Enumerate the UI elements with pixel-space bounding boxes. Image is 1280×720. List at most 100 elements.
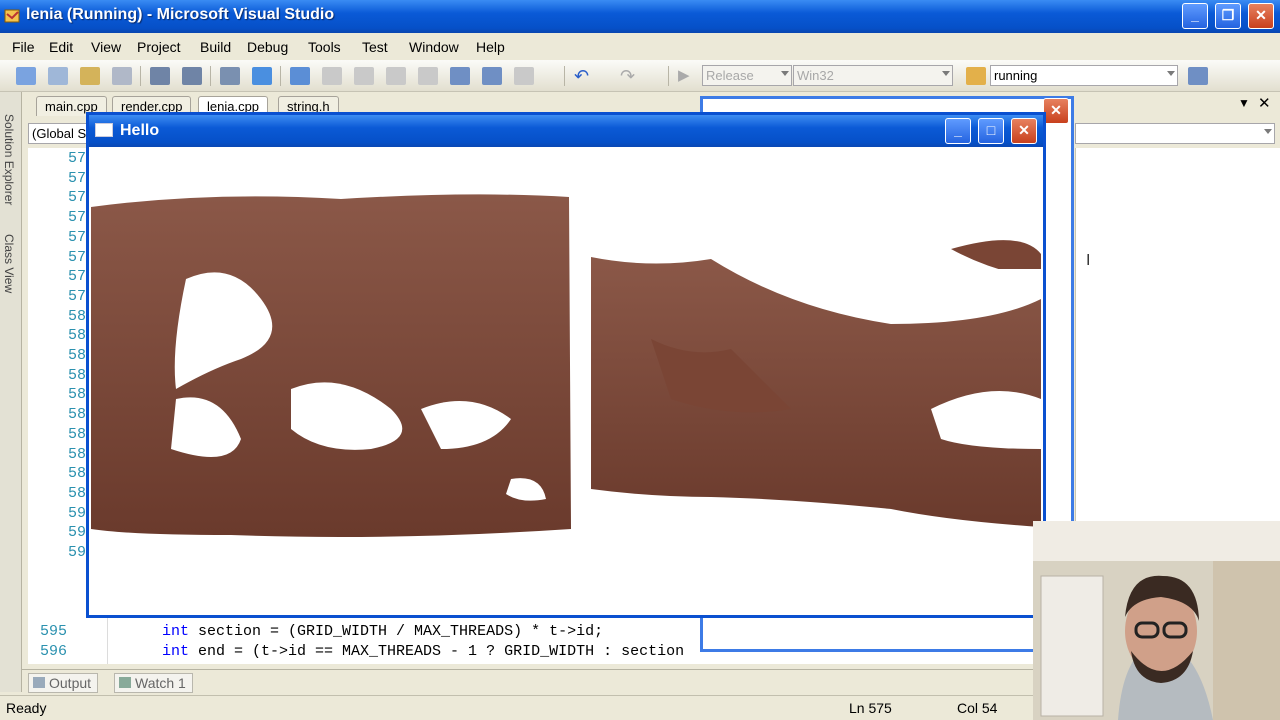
class-view-tab[interactable]: Class View bbox=[2, 234, 16, 293]
code-line-595: int section = (GRID_WIDTH / MAX_THREADS)… bbox=[162, 623, 603, 640]
tab-watch-label: Watch 1 bbox=[135, 675, 186, 691]
line-number: 57 bbox=[68, 150, 87, 167]
hello-maximize-icon[interactable]: □ bbox=[978, 118, 1004, 144]
menu-debug[interactable]: Debug bbox=[247, 39, 288, 55]
add-item-icon[interactable] bbox=[48, 67, 68, 85]
line-number: 57 bbox=[68, 169, 87, 187]
bookmark-next-icon[interactable] bbox=[354, 67, 374, 85]
find-value: running bbox=[994, 68, 1038, 83]
font-icon[interactable] bbox=[112, 67, 132, 85]
lenia-render-surface bbox=[91, 149, 1041, 615]
menu-test[interactable]: Test bbox=[362, 39, 388, 55]
line-number-595: 595 bbox=[40, 623, 68, 640]
status-col: Col 54 bbox=[957, 700, 998, 716]
config-value: Release bbox=[706, 68, 754, 83]
status-line: Ln 575 bbox=[849, 700, 892, 716]
watch-icon bbox=[119, 677, 131, 688]
config-select[interactable]: Release bbox=[702, 65, 792, 86]
outdent-icon[interactable] bbox=[150, 67, 170, 85]
status-text: Ready bbox=[6, 700, 47, 716]
hello-title: Hello bbox=[120, 122, 160, 139]
redo-icon[interactable]: ↷ bbox=[620, 67, 640, 85]
find-combo[interactable]: running bbox=[990, 65, 1178, 86]
undo-icon[interactable]: ↶ bbox=[574, 67, 594, 85]
new-project-icon[interactable] bbox=[16, 67, 36, 85]
output-icon bbox=[33, 677, 45, 688]
bookmark-folder-next-icon[interactable] bbox=[418, 67, 438, 85]
line-number: 59 bbox=[68, 544, 87, 561]
line-number: 58 bbox=[68, 307, 87, 325]
clear-bookmarks-icon[interactable] bbox=[514, 67, 534, 85]
menu-window[interactable]: Window bbox=[409, 39, 459, 55]
line-number: 58 bbox=[68, 465, 87, 483]
title-bar: lenia (Running) - Microsoft Visual Studi… bbox=[0, 0, 1280, 33]
right-panel: I bbox=[1075, 148, 1280, 522]
line-numbers: 57 57 57 57 57 57 57 57 58 58 58 58 58 58 58 58 58 58 59 59… bbox=[28, 148, 92, 618]
hello-window[interactable]: Hello _ □ ✕ bbox=[86, 112, 1046, 618]
window-title: lenia (Running) - Microsoft Visual Studi… bbox=[26, 6, 335, 23]
menu-edit[interactable]: Edit bbox=[49, 39, 73, 55]
text-cursor-icon: I bbox=[1086, 252, 1091, 269]
menu-file[interactable]: File bbox=[12, 39, 35, 55]
code-text: section = (GRID_WIDTH / MAX_THREADS) * t… bbox=[189, 623, 604, 640]
dialog-close-icon[interactable]: ✕ bbox=[1043, 98, 1069, 124]
member-combo[interactable] bbox=[1075, 123, 1275, 144]
line-number: 58 bbox=[68, 425, 87, 443]
uncomment-icon[interactable] bbox=[252, 67, 272, 85]
hello-close-icon[interactable]: ✕ bbox=[1011, 118, 1037, 144]
line-number: 58 bbox=[68, 347, 87, 364]
menu-tools[interactable]: Tools bbox=[308, 39, 341, 55]
bookmark-doc-icon[interactable] bbox=[450, 67, 470, 85]
bookmark-icon[interactable] bbox=[290, 67, 310, 85]
bookmark-prev-icon[interactable] bbox=[322, 67, 342, 85]
start-debug-icon[interactable]: ▶ bbox=[678, 67, 698, 85]
line-number: 57 bbox=[68, 287, 87, 305]
keyword: int bbox=[162, 623, 190, 640]
line-number: 57 bbox=[68, 228, 87, 246]
line-number: 58 bbox=[68, 445, 87, 463]
line-number: 59 bbox=[68, 524, 87, 542]
bookmark-doc-next-icon[interactable] bbox=[482, 67, 502, 85]
scope-value: (Global S bbox=[32, 126, 87, 141]
line-number: 58 bbox=[68, 484, 87, 502]
comment-icon[interactable] bbox=[220, 67, 240, 85]
close-icon[interactable]: ✕ bbox=[1248, 3, 1274, 29]
line-number: 58 bbox=[68, 386, 87, 404]
app-icon bbox=[4, 7, 22, 25]
code-text: end = (t->id == MAX_THREADS - 1 ? GRID_W… bbox=[189, 643, 685, 660]
bookmark-folder-icon[interactable] bbox=[386, 67, 406, 85]
tab-list-icon[interactable]: ▼ bbox=[1238, 96, 1250, 110]
menu-view[interactable]: View bbox=[91, 39, 121, 55]
sim-blob-left bbox=[91, 194, 571, 537]
hello-title-bar: Hello _ □ ✕ bbox=[89, 115, 1043, 147]
menu-help[interactable]: Help bbox=[476, 39, 505, 55]
hello-minimize-icon[interactable]: _ bbox=[945, 118, 971, 144]
solution-explorer-tab[interactable]: Solution Explorer bbox=[2, 114, 16, 205]
line-number: 58 bbox=[68, 327, 87, 345]
close-doc-icon[interactable]: ✕ bbox=[1258, 94, 1271, 112]
line-number: 57 bbox=[68, 209, 87, 227]
side-dock: Solution Explorer Class View bbox=[0, 92, 22, 692]
line-number: 57 bbox=[68, 189, 87, 207]
line-number: 58 bbox=[68, 366, 87, 384]
find-in-files-icon[interactable] bbox=[1188, 67, 1208, 85]
minimize-icon[interactable]: _ bbox=[1182, 3, 1208, 29]
tab-output-label: Output bbox=[49, 675, 92, 691]
line-number: 57 bbox=[68, 248, 87, 266]
menu-project[interactable]: Project bbox=[137, 39, 181, 55]
line-number-596: 596 bbox=[40, 643, 68, 660]
platform-value: Win32 bbox=[797, 68, 834, 83]
open-icon[interactable] bbox=[80, 67, 100, 85]
menu-bar: File Edit View Project Build Debug Tools… bbox=[0, 33, 1280, 60]
platform-select[interactable]: Win32 bbox=[793, 65, 953, 86]
line-number: 58 bbox=[68, 406, 87, 424]
keyword: int bbox=[162, 643, 190, 660]
indent-icon[interactable] bbox=[182, 67, 202, 85]
find-icon[interactable] bbox=[966, 67, 986, 85]
code-line-596: int end = (t->id == MAX_THREADS - 1 ? GR… bbox=[162, 643, 684, 660]
menu-build[interactable]: Build bbox=[200, 39, 231, 55]
webcam-overlay bbox=[1033, 521, 1280, 720]
restore-icon[interactable]: ❐ bbox=[1215, 3, 1241, 29]
hello-app-icon bbox=[95, 123, 113, 137]
line-number: 59 bbox=[68, 504, 87, 522]
